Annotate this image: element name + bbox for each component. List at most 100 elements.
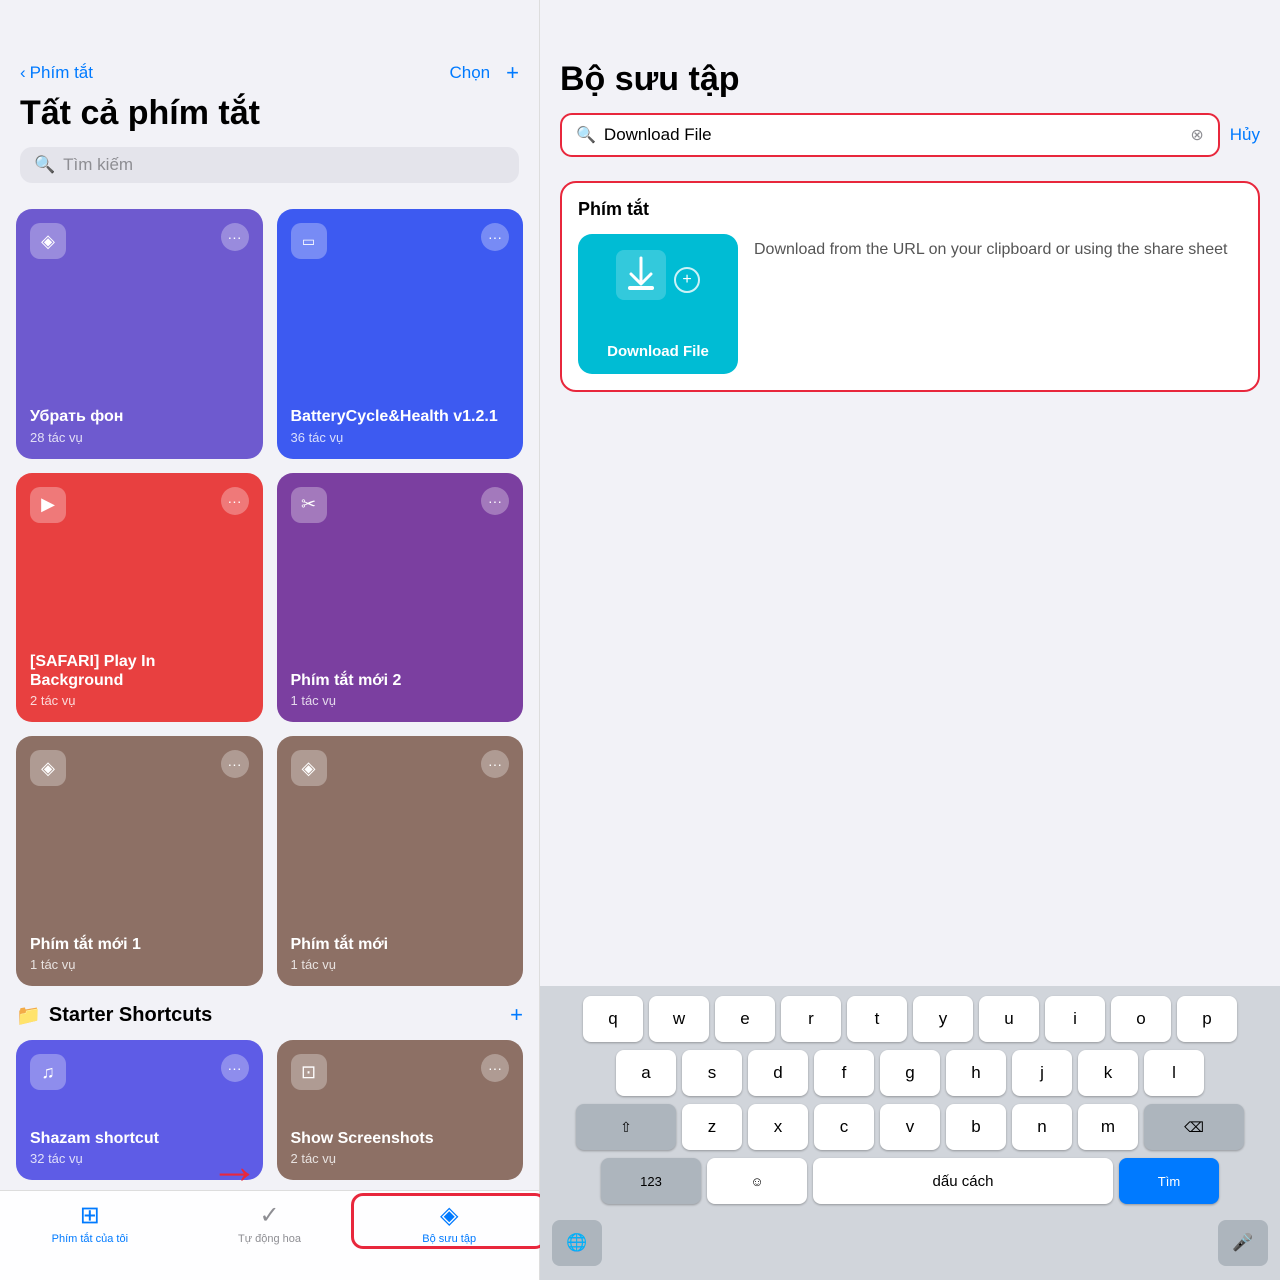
card-name-4: Phím tắt mới 2 (291, 671, 510, 690)
starter-card-2[interactable]: ⊡ ··· Show Screenshots 2 tác vụ (277, 1040, 524, 1180)
gallery-icon: ◈ (440, 1201, 458, 1230)
shortcut-card-2[interactable]: ▭ ··· BatteryCycle&Health v1.2.1 36 tác … (277, 209, 524, 459)
key-e[interactable]: e (715, 996, 775, 1042)
left-panel: ‹ Phím tắt Chọn + Tất cả phím tắt 🔍 Tìm … (0, 0, 540, 1280)
key-numbers[interactable]: 123 (601, 1158, 701, 1204)
right-search-icon: 🔍 (576, 125, 596, 145)
left-page-title: Tất cả phím tắt (20, 94, 519, 133)
automation-icon: ✓ (259, 1201, 279, 1230)
shortcut-card-5[interactable]: ◈ ··· Phím tắt mới 1 1 tác vụ (16, 736, 263, 986)
key-d[interactable]: d (748, 1050, 808, 1096)
starter-more-1[interactable]: ··· (221, 1054, 249, 1082)
tab-bar: ⊞ Phím tắt của tôi ✓ Tự động hoa → ◈ Bộ … (0, 1190, 539, 1280)
key-emoji[interactable]: ☺ (707, 1158, 807, 1204)
card-more-1[interactable]: ··· (221, 223, 249, 251)
key-shift[interactable]: ⇧ (576, 1104, 676, 1150)
results-title: Phím tắt (578, 199, 1242, 220)
card-more-5[interactable]: ··· (221, 750, 249, 778)
key-v[interactable]: v (880, 1104, 940, 1150)
card-icon-5: ◈ (30, 750, 66, 786)
starter-grid: ♫ ··· Shazam shortcut 32 tác vụ ⊡ ··· Sh… (16, 1040, 523, 1180)
card-name-3: [SAFARI] Play In Background (30, 652, 249, 690)
key-p[interactable]: p (1177, 996, 1237, 1042)
key-globe[interactable]: 🌐 (552, 1220, 602, 1266)
key-s[interactable]: s (682, 1050, 742, 1096)
key-m[interactable]: m (1078, 1104, 1138, 1150)
left-search-bar[interactable]: 🔍 Tìm kiếm (20, 147, 519, 183)
right-panel: Bộ sưu tập 🔍 Download File ⊗ Hủy Phím tắ… (540, 0, 1280, 1280)
nav-back-button[interactable]: ‹ Phím tắt (20, 63, 93, 83)
select-button[interactable]: Chọn (450, 63, 491, 83)
nav-back-label[interactable]: Phím tắt (30, 63, 93, 83)
key-backspace[interactable]: ⌫ (1144, 1104, 1244, 1150)
shortcut-card-6[interactable]: ◈ ··· Phím tắt mới 1 tác vụ (277, 736, 524, 986)
starter-section: 📁 Starter Shortcuts + ♫ ··· Shazam short… (0, 986, 539, 1180)
key-h[interactable]: h (946, 1050, 1006, 1096)
card-more-2[interactable]: ··· (481, 223, 509, 251)
key-f[interactable]: f (814, 1050, 874, 1096)
key-r[interactable]: r (781, 996, 841, 1042)
card-name-6: Phím tắt mới (291, 935, 510, 954)
key-q[interactable]: q (583, 996, 643, 1042)
cancel-button[interactable]: Hủy (1230, 125, 1260, 145)
shortcut-card-1[interactable]: ◈ ··· Убрать фон 28 tác vụ (16, 209, 263, 459)
results-box: Phím tắt + Download File (560, 181, 1260, 392)
card-tasks-4: 1 tác vụ (291, 693, 510, 708)
key-n[interactable]: n (1012, 1104, 1072, 1150)
plus-icon: + (674, 267, 700, 293)
card-icon-2: ▭ (291, 223, 327, 259)
thumb-icon-area: + (616, 250, 700, 309)
starter-title: Starter Shortcuts (49, 1004, 212, 1027)
card-tasks-2: 36 tác vụ (291, 430, 510, 445)
clear-search-button[interactable]: ⊗ (1190, 125, 1203, 145)
add-button[interactable]: + (506, 60, 519, 86)
tab-my-shortcuts[interactable]: ⊞ Phím tắt của tôi (0, 1201, 180, 1245)
key-c[interactable]: c (814, 1104, 874, 1150)
key-y[interactable]: y (913, 996, 973, 1042)
key-space[interactable]: dấu cách (813, 1158, 1113, 1204)
key-l[interactable]: l (1144, 1050, 1204, 1096)
key-t[interactable]: t (847, 996, 907, 1042)
card-icon-4: ✂ (291, 487, 327, 523)
right-search-input[interactable]: Download File (604, 125, 1182, 145)
card-icon-1: ◈ (30, 223, 66, 259)
key-j[interactable]: j (1012, 1050, 1072, 1096)
key-mic[interactable]: 🎤 (1218, 1220, 1268, 1266)
shortcut-card-3[interactable]: ▶ ··· [SAFARI] Play In Background 2 tác … (16, 473, 263, 723)
right-search-bar[interactable]: 🔍 Download File ⊗ (560, 113, 1220, 157)
card-name-1: Убрать фон (30, 407, 249, 426)
card-more-3[interactable]: ··· (221, 487, 249, 515)
key-i[interactable]: i (1045, 996, 1105, 1042)
result-card-thumb[interactable]: + Download File (578, 234, 738, 374)
card-name-5: Phím tắt mới 1 (30, 935, 249, 954)
result-item-download[interactable]: + Download File Download from the URL on… (578, 234, 1242, 374)
key-k[interactable]: k (1078, 1050, 1138, 1096)
starter-icon-2: ⊡ (291, 1054, 327, 1090)
key-o[interactable]: o (1111, 996, 1171, 1042)
keyboard: q w e r t y u i o p a s d f g h j k l ⇧ … (540, 986, 1280, 1280)
card-more-4[interactable]: ··· (481, 487, 509, 515)
card-more-6[interactable]: ··· (481, 750, 509, 778)
key-a[interactable]: a (616, 1050, 676, 1096)
card-icon-3: ▶ (30, 487, 66, 523)
shortcuts-grid: ◈ ··· Убрать фон 28 tác vụ ▭ ··· Battery… (0, 209, 539, 986)
key-g[interactable]: g (880, 1050, 940, 1096)
tab-automation[interactable]: ✓ Tự động hoa → (180, 1201, 360, 1245)
starter-tasks-2: 2 tác vụ (291, 1151, 510, 1166)
key-w[interactable]: w (649, 996, 709, 1042)
folder-icon: 📁 (16, 1003, 41, 1028)
key-search[interactable]: Tìm (1119, 1158, 1219, 1204)
tab-gallery[interactable]: ◈ Bộ sưu tập (359, 1201, 539, 1245)
starter-more-2[interactable]: ··· (481, 1054, 509, 1082)
shortcut-card-4[interactable]: ✂ ··· Phím tắt mới 2 1 tác vụ (277, 473, 524, 723)
card-tasks-3: 2 tác vụ (30, 693, 249, 708)
key-x[interactable]: x (748, 1104, 808, 1150)
key-b[interactable]: b (946, 1104, 1006, 1150)
download-icon (616, 250, 666, 309)
key-z[interactable]: z (682, 1104, 742, 1150)
key-u[interactable]: u (979, 996, 1039, 1042)
starter-add-button[interactable]: + (510, 1002, 523, 1028)
results-section: Phím tắt + Download File (540, 167, 1280, 406)
keyboard-row-1: q w e r t y u i o p (544, 996, 1276, 1042)
right-header: Bộ sưu tập 🔍 Download File ⊗ Hủy (540, 0, 1280, 167)
